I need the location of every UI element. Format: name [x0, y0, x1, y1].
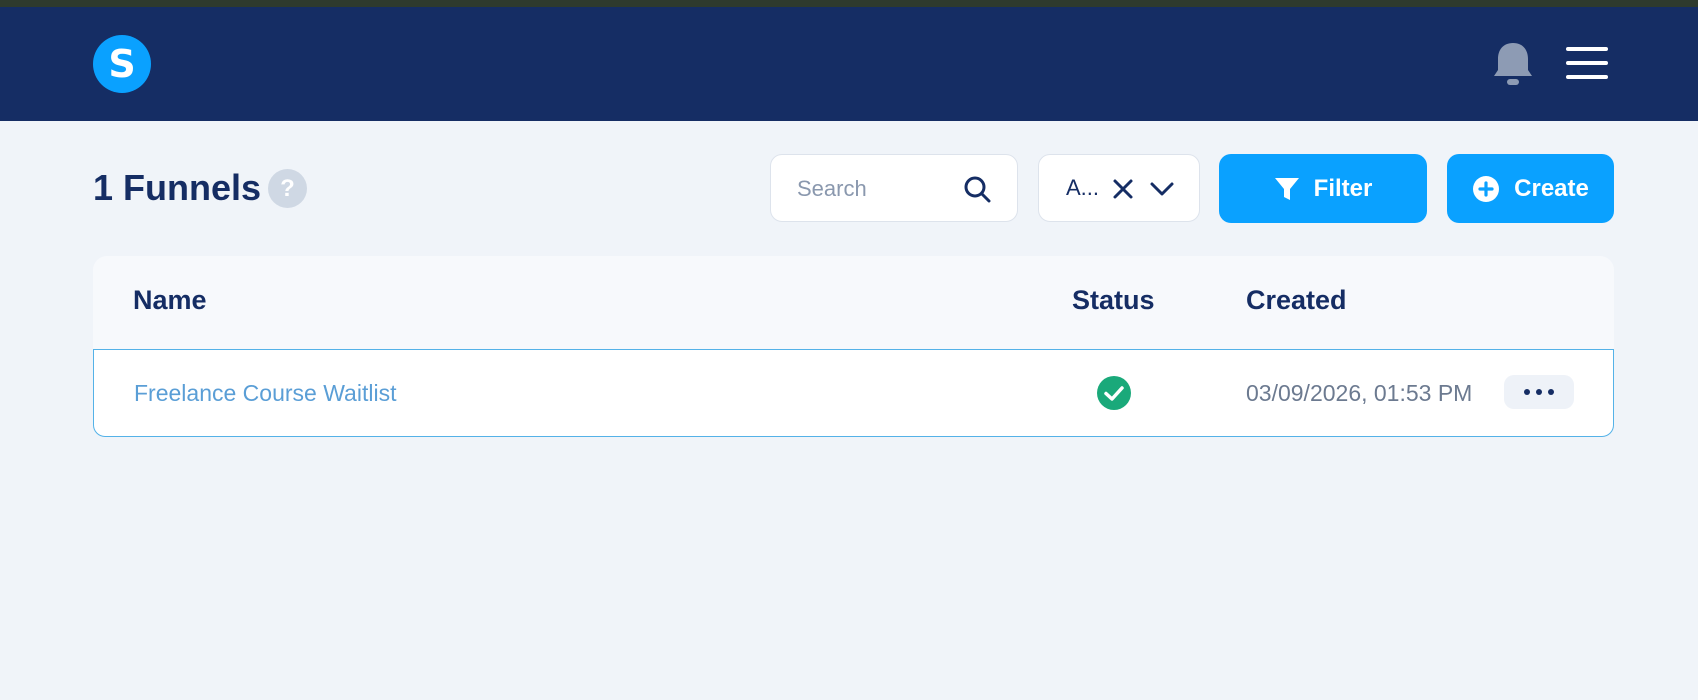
page-title: 1 Funnels — [93, 167, 262, 208]
column-header-status[interactable]: Status — [1072, 285, 1155, 316]
search-icon[interactable] — [963, 175, 991, 203]
hamburger-menu-icon[interactable] — [1566, 47, 1608, 83]
create-button-label: Create — [1514, 174, 1589, 202]
create-button[interactable]: Create — [1447, 154, 1614, 223]
plus-circle-icon — [1472, 175, 1500, 203]
status-select[interactable]: A... — [1038, 154, 1200, 222]
close-icon[interactable] — [1111, 177, 1135, 201]
filter-button[interactable]: Filter — [1219, 154, 1427, 223]
more-horizontal-icon[interactable] — [1504, 375, 1574, 409]
created-date: 03/09/2026, 01:53 PM — [1246, 380, 1473, 406]
search-field[interactable] — [770, 154, 1018, 222]
check-circle-icon — [1097, 376, 1131, 410]
window-top-strip — [0, 0, 1698, 7]
search-input[interactable] — [797, 173, 957, 205]
select-value: A... — [1066, 175, 1100, 200]
column-header-created[interactable]: Created — [1246, 285, 1347, 316]
app-header: S — [0, 7, 1698, 121]
filter-button-label: Filter — [1313, 174, 1373, 202]
column-header-name[interactable]: Name — [133, 285, 207, 316]
app-logo[interactable]: S — [93, 35, 151, 93]
chevron-down-icon[interactable] — [1149, 177, 1175, 201]
table-row[interactable]: Freelance Course Waitlist 03/09/2026, 01… — [93, 349, 1614, 437]
funnel-name-link[interactable]: Freelance Course Waitlist — [134, 380, 396, 407]
bell-icon[interactable] — [1492, 40, 1534, 88]
funnel-icon — [1274, 176, 1300, 202]
help-icon[interactable]: ? — [268, 169, 307, 208]
